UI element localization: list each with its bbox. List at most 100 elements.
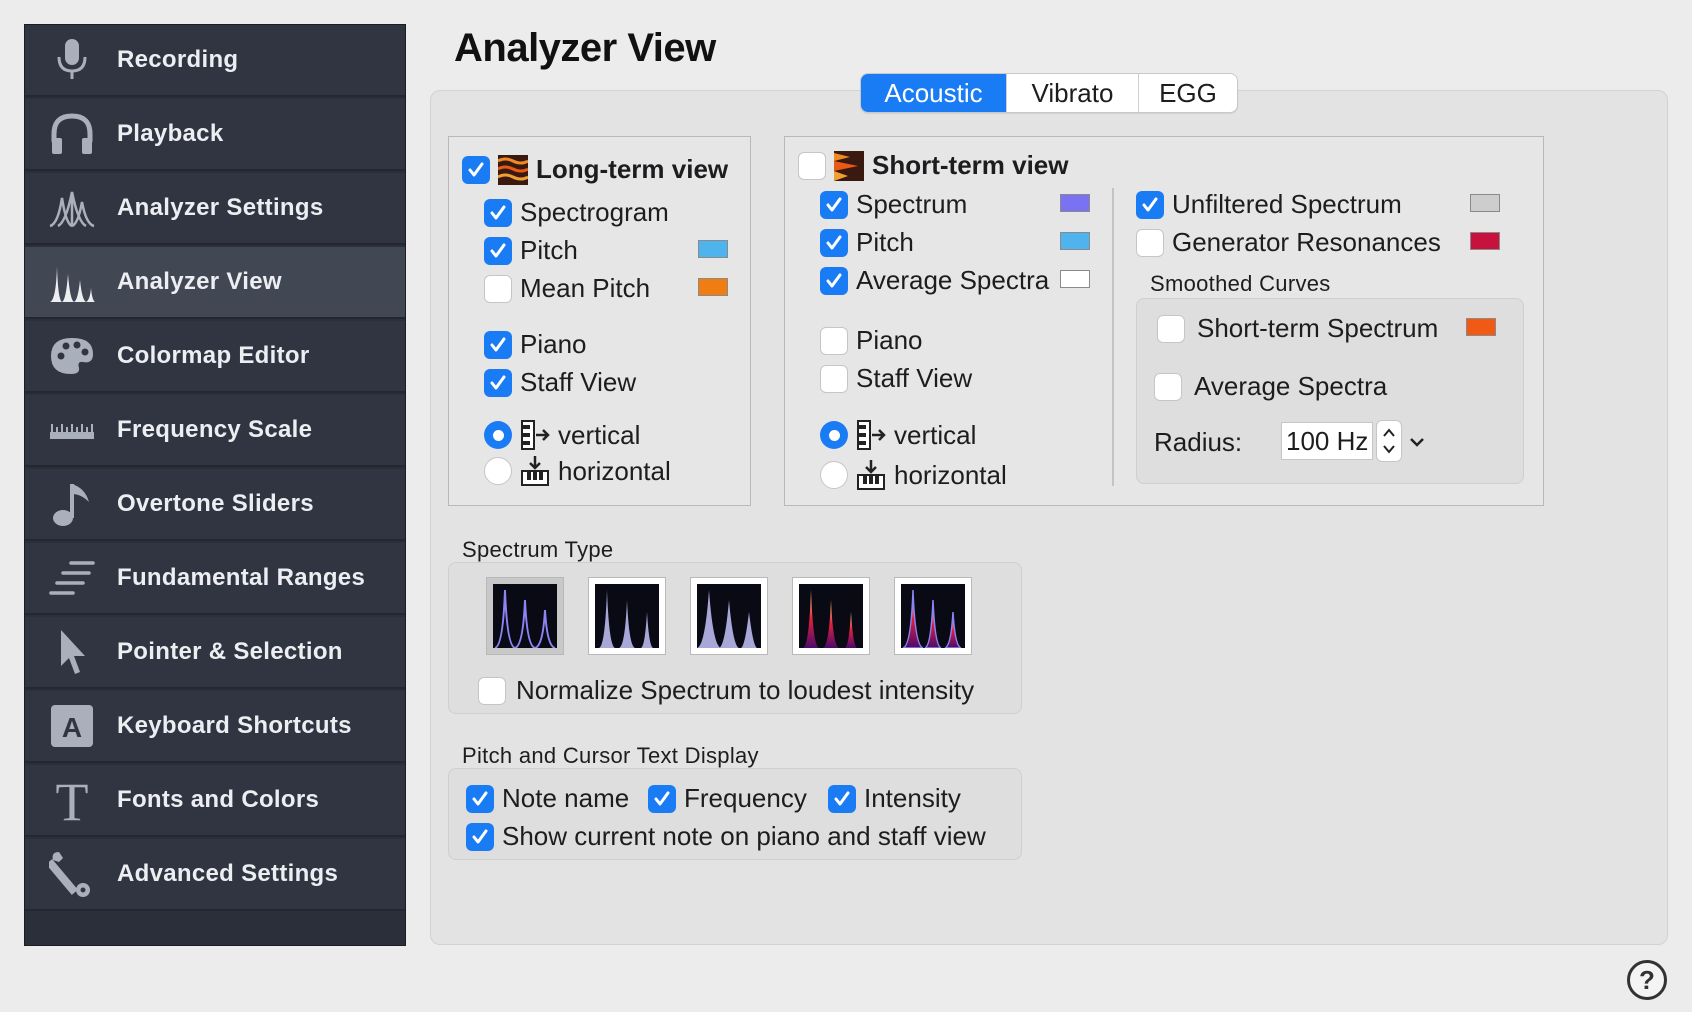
long-staff-view-label: Staff View: [520, 367, 637, 397]
tab-egg[interactable]: EGG: [1139, 74, 1237, 112]
sidebar-item-analyzer-view[interactable]: Analyzer View: [25, 247, 405, 319]
long-pitch-option[interactable]: Pitch: [484, 235, 578, 266]
radius-dropdown-chevron-icon[interactable]: [1408, 434, 1426, 450]
long-pitch-checkbox[interactable]: [484, 236, 512, 265]
pitch-cursor-label: Pitch and Cursor Text Display: [462, 743, 759, 768]
spectrum-type-colormap[interactable]: [792, 577, 870, 655]
show-current-note-checkbox[interactable]: [466, 822, 494, 851]
short-spectrum-checkbox[interactable]: [820, 190, 848, 219]
mean-pitch-checkbox[interactable]: [484, 274, 512, 303]
average-spectra-checkbox[interactable]: [820, 266, 848, 295]
vertical-orientation-icon: [520, 419, 550, 451]
show-current-note-label: Show current note on piano and staff vie…: [502, 821, 986, 851]
horizontal-orientation-icon: [856, 459, 886, 491]
short-vertical-option[interactable]: vertical: [820, 419, 976, 451]
radius-stepper[interactable]: [1376, 420, 1402, 462]
sidebar-item-label: Pointer & Selection: [117, 638, 343, 665]
short-pitch-label: Pitch: [856, 227, 914, 257]
smoothed-average-spectra-checkbox[interactable]: [1154, 372, 1182, 401]
long-piano-checkbox[interactable]: [484, 330, 512, 359]
long-horizontal-option[interactable]: horizontal: [484, 455, 671, 487]
long-horizontal-radio[interactable]: [484, 457, 512, 485]
headphones-icon: [47, 109, 97, 159]
average-spectra-option[interactable]: Average Spectra: [820, 265, 1049, 296]
long-staff-view-option[interactable]: Staff View: [484, 367, 636, 398]
note-name-option[interactable]: Note name: [466, 783, 629, 814]
short-piano-option[interactable]: Piano: [820, 325, 923, 356]
sidebar-item-keyboard-shortcuts[interactable]: A Keyboard Shortcuts: [25, 691, 405, 763]
long-piano-option[interactable]: Piano: [484, 329, 587, 360]
sidebar-item-fundamental-ranges[interactable]: Fundamental Ranges: [25, 543, 405, 615]
normalize-spectrum-option[interactable]: Normalize Spectrum to loudest intensity: [478, 675, 974, 706]
average-spectra-color-swatch[interactable]: [1060, 270, 1090, 288]
mean-pitch-color-swatch[interactable]: [698, 278, 728, 296]
sidebar-item-analyzer-settings[interactable]: Analyzer Settings: [25, 173, 405, 245]
radius-input[interactable]: 100 Hz: [1281, 422, 1373, 460]
short-vertical-radio[interactable]: [820, 421, 848, 449]
sidebar-item-advanced-settings[interactable]: Advanced Settings: [25, 839, 405, 911]
sidebar-item-overtone-sliders[interactable]: Overtone Sliders: [25, 469, 405, 541]
note-name-checkbox[interactable]: [466, 784, 494, 813]
long-vertical-radio[interactable]: [484, 421, 512, 449]
show-current-note-option[interactable]: Show current note on piano and staff vie…: [466, 821, 986, 852]
spectrogram-option[interactable]: Spectrogram: [484, 197, 669, 228]
short-term-spectrum-option[interactable]: Short-term Spectrum: [1157, 313, 1438, 344]
unfiltered-spectrum-option[interactable]: Unfiltered Spectrum: [1136, 189, 1402, 220]
short-spectrum-option[interactable]: Spectrum: [820, 189, 967, 220]
tab-vibrato[interactable]: Vibrato: [1007, 74, 1139, 112]
palette-icon: [47, 331, 97, 381]
long-vertical-option[interactable]: vertical: [484, 419, 640, 451]
short-piano-checkbox[interactable]: [820, 326, 848, 355]
tab-acoustic[interactable]: Acoustic: [861, 74, 1007, 112]
spectrum-type-filled[interactable]: [588, 577, 666, 655]
sidebar-item-label: Overtone Sliders: [117, 490, 314, 517]
sidebar-item-colormap-editor[interactable]: Colormap Editor: [25, 321, 405, 393]
sidebar-item-frequency-scale[interactable]: Frequency Scale: [25, 395, 405, 467]
generator-resonances-label: Generator Resonances: [1172, 227, 1441, 257]
sidebar-item-recording[interactable]: Recording: [25, 25, 405, 97]
normalize-spectrum-checkbox[interactable]: [478, 676, 506, 705]
short-term-view-toggle[interactable]: Short-term view: [798, 150, 1069, 181]
short-pitch-option[interactable]: Pitch: [820, 227, 914, 258]
smoothed-average-spectra-option[interactable]: Average Spectra: [1154, 371, 1387, 402]
sidebar: Recording Playback Analyzer Settings Ana…: [24, 24, 406, 946]
generator-resonances-color-swatch[interactable]: [1470, 232, 1500, 250]
sidebar-item-fonts-and-colors[interactable]: T Fonts and Colors: [25, 765, 405, 837]
mean-pitch-option[interactable]: Mean Pitch: [484, 273, 650, 304]
intensity-option[interactable]: Intensity: [828, 783, 961, 814]
vertical-orientation-icon: [856, 419, 886, 451]
analyzer-view-icon: [47, 257, 97, 307]
spectrum-type-filled-wide[interactable]: [690, 577, 768, 655]
short-horizontal-option[interactable]: horizontal: [820, 459, 1007, 491]
short-spectrum-color-swatch[interactable]: [1060, 194, 1090, 212]
short-term-view-checkbox[interactable]: [798, 151, 826, 180]
long-term-view-toggle[interactable]: Long-term view: [462, 154, 728, 185]
short-horizontal-radio[interactable]: [820, 461, 848, 489]
help-button[interactable]: ?: [1627, 960, 1667, 1000]
intensity-checkbox[interactable]: [828, 784, 856, 813]
generator-resonances-checkbox[interactable]: [1136, 228, 1164, 257]
unfiltered-spectrum-color-swatch[interactable]: [1470, 194, 1500, 212]
long-pitch-color-swatch[interactable]: [698, 240, 728, 258]
short-pitch-color-swatch[interactable]: [1060, 232, 1090, 250]
long-staff-view-checkbox[interactable]: [484, 368, 512, 397]
short-term-spectrum-checkbox[interactable]: [1157, 314, 1185, 343]
spectrum-type-outline[interactable]: [486, 577, 564, 655]
spectrum-type-colormap-outline[interactable]: [894, 577, 972, 655]
unfiltered-spectrum-checkbox[interactable]: [1136, 190, 1164, 219]
generator-resonances-option[interactable]: Generator Resonances: [1136, 227, 1441, 258]
ranges-icon: [47, 553, 97, 603]
spectrogram-checkbox[interactable]: [484, 198, 512, 227]
sidebar-item-playback[interactable]: Playback: [25, 99, 405, 171]
short-pitch-checkbox[interactable]: [820, 228, 848, 257]
long-term-view-checkbox[interactable]: [462, 155, 490, 184]
sidebar-item-pointer-selection[interactable]: Pointer & Selection: [25, 617, 405, 689]
short-staff-view-checkbox[interactable]: [820, 364, 848, 393]
frequency-checkbox[interactable]: [648, 784, 676, 813]
frequency-option[interactable]: Frequency: [648, 783, 807, 814]
long-pitch-label: Pitch: [520, 235, 578, 265]
short-staff-view-label: Staff View: [856, 363, 973, 393]
short-staff-view-option[interactable]: Staff View: [820, 363, 972, 394]
long-term-view-label: Long-term view: [536, 154, 729, 184]
short-term-spectrum-color-swatch[interactable]: [1466, 318, 1496, 336]
